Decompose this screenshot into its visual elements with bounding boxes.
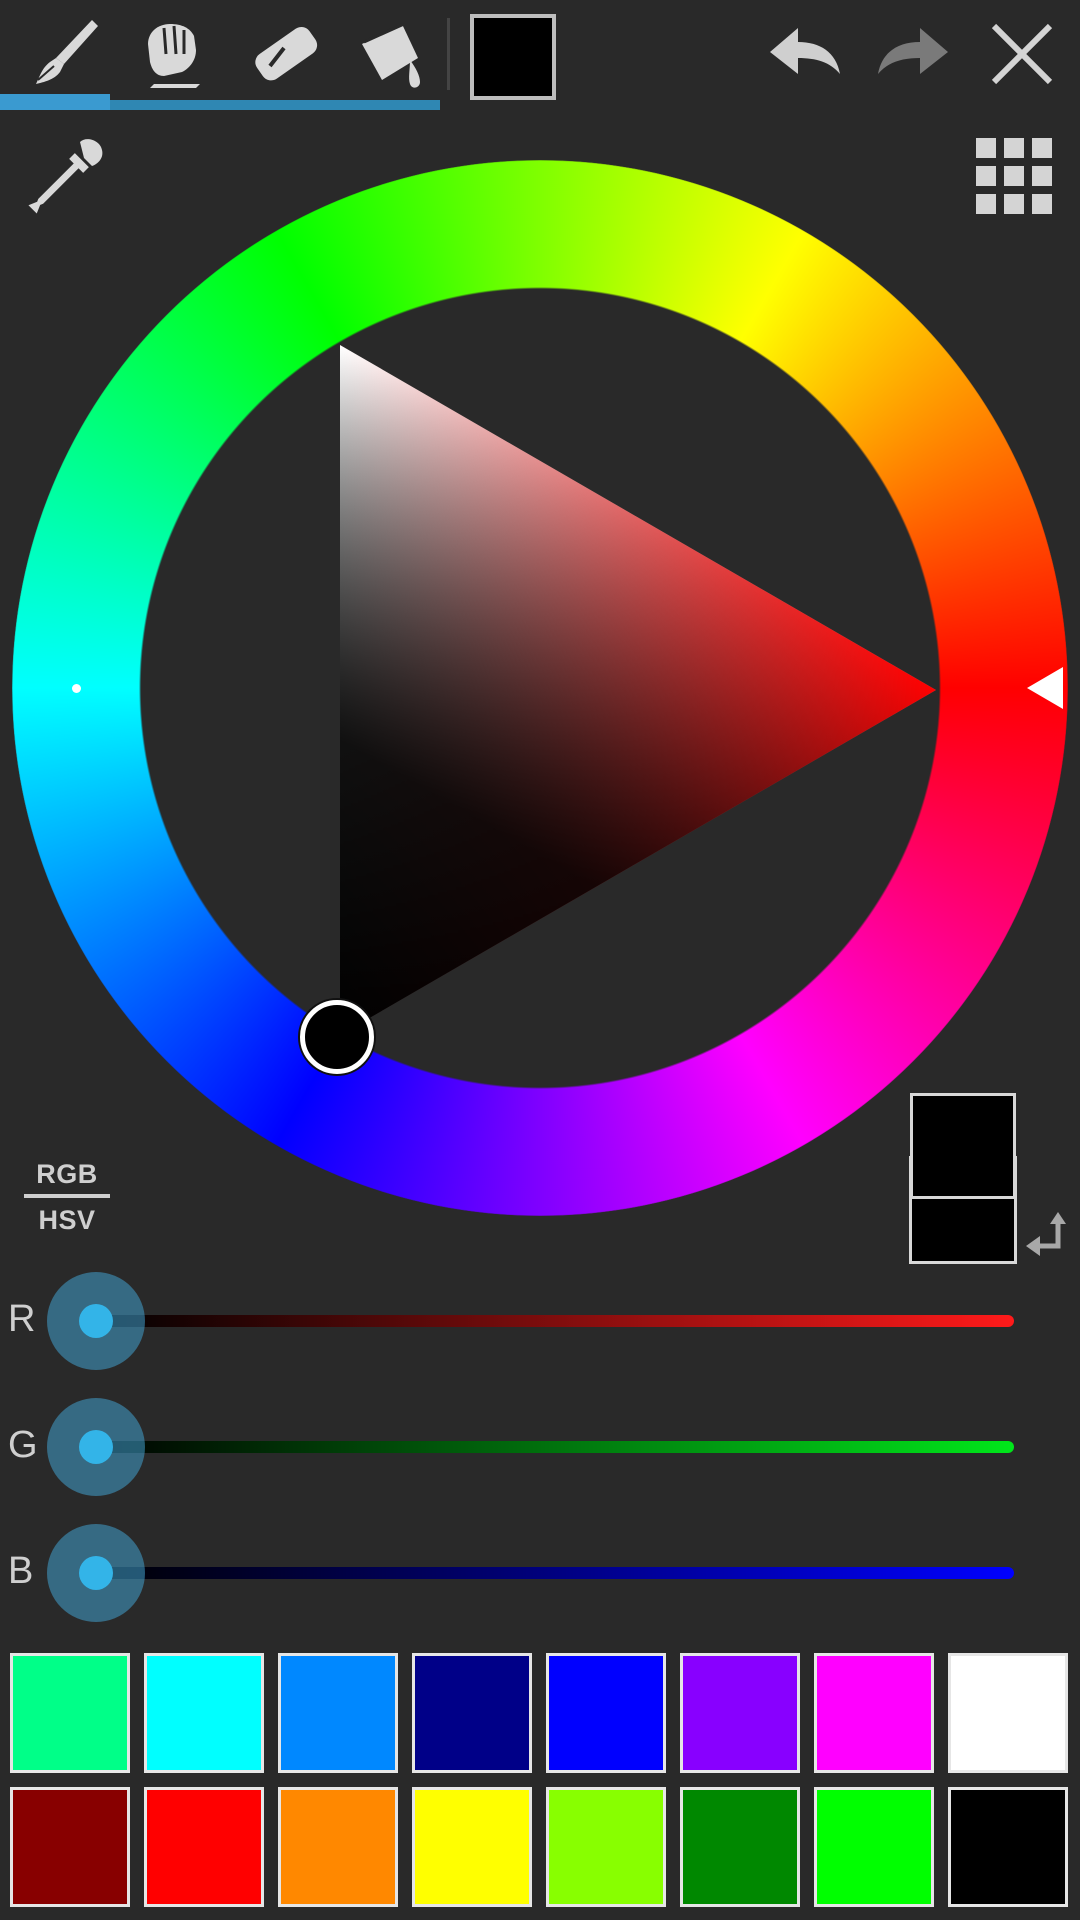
redo-icon	[878, 28, 948, 74]
mode-divider	[24, 1194, 110, 1198]
tool-tab-active-indicator	[0, 94, 110, 110]
fill-tool-button[interactable]	[344, 6, 444, 102]
palette-swatch[interactable]	[412, 1653, 532, 1773]
hue-wheel[interactable]	[12, 160, 1068, 1216]
redo-button[interactable]	[866, 6, 962, 102]
green-slider-track[interactable]	[96, 1441, 1014, 1453]
brush-tool-button[interactable]	[14, 6, 114, 102]
palette-swatch[interactable]	[948, 1653, 1068, 1773]
hue-marker-dot	[72, 684, 81, 693]
undo-icon	[770, 28, 840, 74]
grid-icon	[976, 138, 1052, 214]
palette-swatch[interactable]	[814, 1787, 934, 1907]
blue-slider-thumb[interactable]	[47, 1524, 145, 1622]
palette-swatch[interactable]	[278, 1787, 398, 1907]
palette-swatch[interactable]	[680, 1787, 800, 1907]
eraser-tool-button[interactable]	[234, 6, 334, 102]
toolbar	[0, 0, 1080, 112]
palette-swatch[interactable]	[814, 1653, 934, 1773]
red-slider-thumb[interactable]	[47, 1272, 145, 1370]
undo-button[interactable]	[756, 6, 852, 102]
palette-swatch[interactable]	[10, 1787, 130, 1907]
color-mode-toggle[interactable]: RGB HSV	[24, 1158, 110, 1238]
blue-slider-row: B	[0, 1518, 1080, 1628]
palette-swatch[interactable]	[546, 1653, 666, 1773]
palette-swatch[interactable]	[680, 1653, 800, 1773]
green-slider-label: G	[8, 1424, 38, 1466]
close-button[interactable]	[974, 6, 1070, 102]
eyedropper-button[interactable]	[26, 136, 106, 216]
mode-hsv-label: HSV	[38, 1205, 96, 1235]
palette-grid-button[interactable]	[972, 134, 1056, 218]
red-slider-label: R	[8, 1298, 36, 1340]
palette-swatch[interactable]	[144, 1787, 264, 1907]
color-selector-handle[interactable]	[300, 1000, 374, 1074]
palette-swatch[interactable]	[10, 1653, 130, 1773]
red-slider-row: R	[0, 1266, 1080, 1376]
green-slider-row: G	[0, 1392, 1080, 1502]
eraser-icon	[255, 26, 318, 81]
bucket-fill-icon	[362, 22, 420, 88]
palette-swatch[interactable]	[144, 1653, 264, 1773]
toolbar-divider	[447, 18, 450, 90]
palette-swatch[interactable]	[278, 1653, 398, 1773]
eyedropper-icon	[28, 139, 103, 214]
green-slider-thumb[interactable]	[47, 1398, 145, 1496]
red-slider-track[interactable]	[96, 1315, 1014, 1327]
blue-slider-track[interactable]	[96, 1567, 1014, 1579]
current-color-swatch[interactable]	[470, 14, 556, 100]
palette-swatch[interactable]	[948, 1787, 1068, 1907]
previous-color-preview[interactable]	[910, 1093, 1016, 1199]
brush-icon	[36, 20, 98, 84]
smudge-hand-icon	[148, 24, 200, 88]
palette-swatch[interactable]	[546, 1787, 666, 1907]
smudge-tool-button[interactable]	[124, 6, 224, 102]
hue-pointer-arrow[interactable]	[1025, 665, 1065, 711]
mode-rgb-label: RGB	[36, 1159, 98, 1189]
palette-swatch[interactable]	[412, 1787, 532, 1907]
swap-arrow-icon[interactable]	[1024, 1212, 1070, 1260]
blue-slider-label: B	[8, 1550, 34, 1592]
close-icon	[991, 23, 1053, 85]
